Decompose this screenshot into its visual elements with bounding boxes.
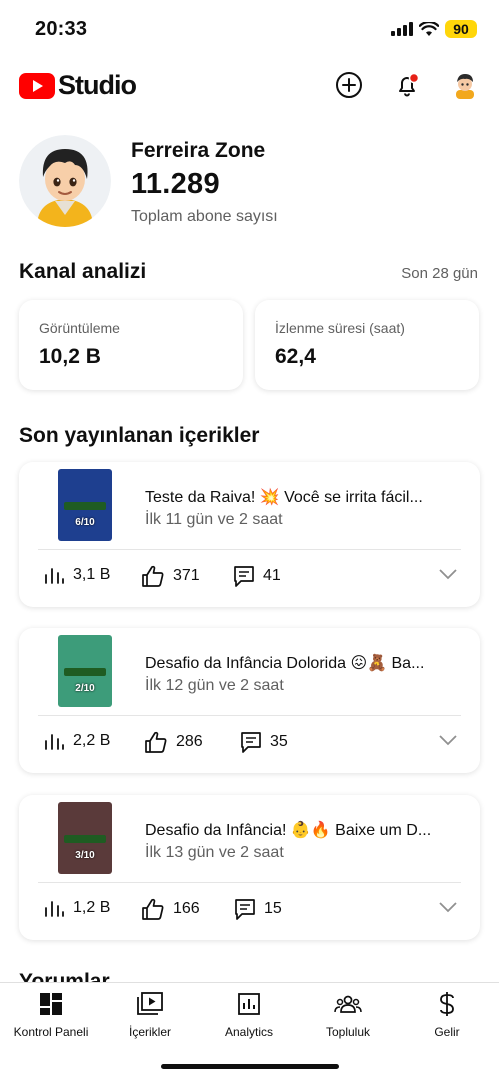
video-title: Desafio da Infância Dolorida 😖🧸 Ba...	[145, 655, 425, 672]
views-count: 2,2 B	[73, 732, 111, 749]
card-divider	[38, 882, 461, 883]
nav-community[interactable]: Topluluk	[298, 991, 398, 1039]
thumbnail-rank: 3/10	[75, 850, 95, 861]
thumbs-up-icon	[145, 731, 167, 753]
analytics-title: Kanal analizi	[19, 260, 147, 283]
channel-avatar-image	[19, 135, 111, 227]
comments-stat: 15	[234, 898, 282, 920]
subscriber-label: Toplam abone sayısı	[131, 208, 278, 225]
status-time: 20:33	[35, 18, 88, 40]
bar-chart-icon	[45, 568, 64, 584]
app-header: Studio	[0, 60, 499, 112]
metric-label: Görüntüleme	[39, 320, 120, 336]
youtube-logo-icon	[19, 72, 55, 99]
nav-analytics[interactable]: Analytics	[199, 991, 299, 1039]
community-icon	[334, 995, 362, 1013]
views-count: 1,2 B	[73, 899, 111, 916]
video-thumbnail[interactable]: 2/10	[58, 635, 112, 707]
video-thumbnail[interactable]: 3/10	[58, 802, 112, 874]
channel-avatar[interactable]	[19, 135, 111, 227]
bar-chart-icon	[45, 734, 64, 750]
nav-earn[interactable]: Gelir	[397, 991, 497, 1039]
video-card[interactable]: 3/10 Desafio da Infância! 👶🔥 Baixe um D.…	[19, 795, 480, 940]
video-title: Teste da Raiva! 💥 Você se irrita fácil..…	[145, 489, 423, 506]
analytics-icon	[238, 993, 260, 1015]
nav-label: Analytics	[224, 1025, 274, 1039]
likes-count: 166	[173, 900, 200, 917]
content-icon	[137, 992, 163, 1015]
channel-name: Ferreira Zone	[131, 139, 266, 162]
bell-icon	[399, 72, 420, 97]
card-divider	[38, 549, 461, 550]
status-icons: 90	[391, 20, 477, 38]
thumbnail-banner	[64, 668, 106, 676]
nav-label: Kontrol Paneli	[13, 1025, 89, 1039]
comments-count: 35	[270, 733, 288, 750]
thumbnail-rank: 6/10	[75, 517, 95, 528]
status-bar: 20:33 90	[0, 0, 499, 56]
comments-count: 41	[263, 567, 281, 584]
logo-text: Studio	[58, 70, 137, 100]
analytics-period: Son 28 gün	[401, 265, 478, 282]
bar-chart-icon	[45, 901, 64, 917]
metric-card-watch-time[interactable]: İzlenme süresi (saat) 62,4	[255, 300, 479, 390]
nav-content[interactable]: İçerikler	[100, 991, 200, 1039]
video-card[interactable]: 2/10 Desafio da Infância Dolorida 😖🧸 Ba.…	[19, 628, 480, 773]
screen: 20:33 90 Studio Ferreira Zone 11.289 Top…	[0, 0, 499, 1080]
nav-label: İçerikler	[128, 1025, 171, 1039]
plus-circle-icon	[336, 72, 362, 98]
nav-dashboard[interactable]: Kontrol Paneli	[1, 991, 101, 1039]
thumbs-up-icon	[142, 898, 164, 920]
subscriber-count: 11.289	[131, 168, 220, 200]
dashboard-icon	[40, 993, 62, 1015]
likes-stat: 166	[141, 898, 200, 920]
thumbnail-banner	[64, 502, 106, 510]
views-stat: 3,1 B	[43, 565, 110, 585]
chevron-down-icon[interactable]	[438, 901, 458, 913]
nav-label: Topluluk	[325, 1025, 371, 1039]
recent-content-title: Son yayınlanan içerikler	[19, 424, 260, 447]
metric-card-views[interactable]: Görüntüleme 10,2 B	[19, 300, 243, 390]
chevron-down-icon[interactable]	[438, 734, 458, 746]
create-button[interactable]	[334, 70, 364, 100]
views-count: 3,1 B	[73, 566, 111, 583]
home-indicator[interactable]	[161, 1064, 339, 1069]
video-period: İlk 11 gün ve 2 saat	[145, 511, 283, 528]
account-avatar[interactable]	[450, 70, 480, 100]
notifications-button[interactable]	[392, 70, 422, 100]
nav-label: Gelir	[434, 1025, 460, 1039]
thumbnail-banner	[64, 835, 106, 843]
video-thumbnail[interactable]: 6/10	[58, 469, 112, 541]
chevron-down-icon[interactable]	[438, 568, 458, 580]
likes-stat: 286	[144, 731, 203, 753]
comments-count: 15	[264, 900, 282, 917]
avatar-icon	[456, 74, 474, 99]
comment-icon	[234, 566, 254, 587]
likes-count: 371	[173, 567, 200, 584]
comment-icon	[241, 732, 261, 753]
video-period: İlk 12 gün ve 2 saat	[145, 677, 284, 694]
views-stat: 2,2 B	[43, 731, 110, 751]
metric-value: 62,4	[275, 345, 316, 368]
video-card[interactable]: 6/10 Teste da Raiva! 💥 Você se irrita fá…	[19, 462, 480, 607]
thumbs-up-icon	[142, 565, 164, 587]
comment-icon	[235, 899, 255, 920]
card-divider	[38, 715, 461, 716]
signal-icon	[391, 22, 413, 36]
thumbnail-rank: 2/10	[75, 683, 95, 694]
battery-indicator: 90	[445, 20, 477, 38]
video-period: İlk 13 gün ve 2 saat	[145, 844, 284, 861]
channel-summary: Ferreira Zone 11.289 Toplam abone sayısı	[19, 135, 480, 235]
comments-stat: 35	[240, 731, 288, 753]
wifi-icon	[419, 21, 439, 36]
video-title: Desafio da Infância! 👶🔥 Baixe um D...	[145, 822, 432, 839]
youtube-studio-logo: Studio	[19, 70, 137, 101]
likes-count: 286	[176, 733, 203, 750]
comments-stat: 41	[233, 565, 281, 587]
likes-stat: 371	[141, 565, 200, 587]
metric-label: İzlenme süresi (saat)	[275, 320, 405, 336]
metric-value: 10,2 B	[39, 345, 101, 368]
views-stat: 1,2 B	[43, 898, 110, 918]
earn-icon	[440, 992, 454, 1016]
